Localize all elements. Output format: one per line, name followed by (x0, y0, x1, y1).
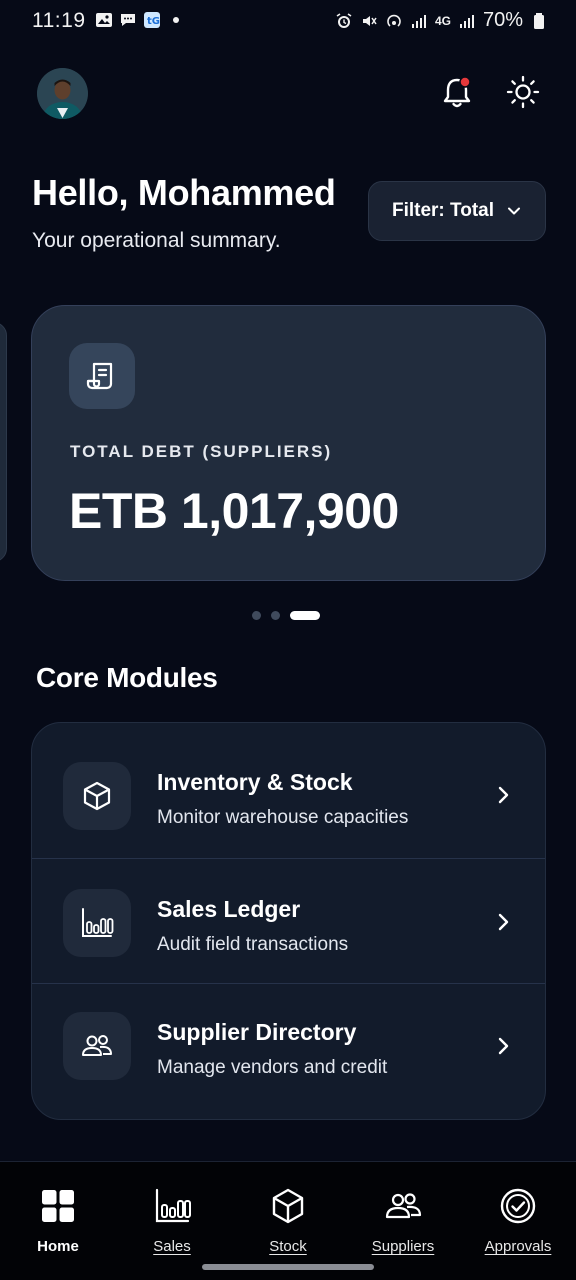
gallery-icon (96, 13, 112, 27)
theme-toggle-sun-icon[interactable] (503, 72, 543, 112)
nav-label: Suppliers (371, 1238, 435, 1255)
alarm-icon (336, 12, 352, 28)
module-sales-ledger[interactable]: Sales Ledger Audit field transactions (32, 858, 545, 983)
chevron-right-icon (498, 1037, 509, 1055)
module-description: Monitor warehouse capacities (157, 807, 409, 828)
signal-icon (411, 14, 426, 28)
grid-icon (42, 1190, 74, 1222)
chevron-right-icon (498, 913, 509, 931)
status-time: 11:19 (32, 9, 86, 32)
nav-label: Stock (269, 1238, 307, 1255)
filter-dropdown[interactable]: Filter: Total (368, 181, 546, 241)
nav-label: Home (37, 1238, 79, 1255)
module-description: Manage vendors and credit (157, 1057, 388, 1078)
module-description: Audit field transactions (157, 934, 349, 955)
nav-item-stock[interactable]: Stock (238, 1186, 338, 1255)
chevron-right-icon (498, 786, 509, 804)
users-icon (82, 1035, 112, 1056)
box-icon (272, 1188, 304, 1224)
receipt-icon (86, 362, 113, 390)
svg-text:tG: tG (147, 16, 160, 27)
page-title: Hello, Mohammed (32, 172, 336, 213)
gesture-home-indicator[interactable] (202, 1264, 374, 1270)
module-title: Inventory & Stock (157, 769, 353, 795)
avatar-photo (37, 68, 88, 119)
filter-label: Filter: Total (391, 200, 495, 221)
module-supplier-directory[interactable]: Supplier Directory Manage vendors and cr… (32, 983, 545, 1108)
nav-item-suppliers[interactable]: Suppliers (353, 1186, 453, 1255)
nav-label: Approvals (484, 1238, 552, 1255)
module-title: Supplier Directory (157, 1019, 357, 1045)
summary-card-total-debt[interactable]: TOTAL DEBT (SUPPLIERS) ETB 1,017,900 (31, 305, 546, 581)
mute-icon (362, 15, 377, 26)
section-title: Core Modules (36, 662, 218, 693)
summary-icon-box (69, 343, 135, 409)
notification-bell-icon[interactable] (437, 72, 477, 112)
carousel-dot[interactable] (271, 611, 280, 620)
status-system-icons: 4G 70% (335, 9, 548, 32)
page-subtitle: Your operational summary. (32, 229, 281, 252)
module-icon-box (63, 1012, 131, 1080)
summary-label: TOTAL DEBT (SUPPLIERS) (70, 442, 333, 461)
battery-percent: 70% (482, 9, 523, 31)
bottom-nav: Home Sales Stock Suppliers Approvals (0, 1161, 576, 1280)
summary-value: ETB 1,017,900 (69, 483, 399, 539)
users-icon (385, 1193, 422, 1219)
carousel-previous-card[interactable] (0, 322, 7, 562)
nav-item-approvals[interactable]: Approvals (468, 1186, 568, 1255)
notification-badge (459, 76, 471, 88)
nav-label: Sales (153, 1238, 191, 1255)
status-bar: 11:19 tG 4G 70% (0, 0, 576, 42)
module-title: Sales Ledger (157, 896, 301, 922)
network-type: 4G (434, 13, 451, 28)
carousel-dot[interactable] (252, 611, 261, 620)
avatar[interactable] (37, 68, 88, 119)
hotspot-icon (387, 14, 401, 27)
module-icon-box (63, 889, 131, 957)
modules-list: Inventory & Stock Monitor warehouse capa… (31, 722, 546, 1120)
module-icon-box (63, 762, 131, 830)
chevron-down-icon (508, 207, 521, 215)
home-screen: 11:19 tG 4G 70% Hello, Mohammed Your ope… (0, 0, 576, 1280)
message-icon (121, 14, 135, 26)
check-circle-icon (500, 1188, 536, 1224)
nav-item-home[interactable]: Home (8, 1186, 108, 1255)
bar-chart-icon (82, 908, 114, 937)
more-dot-icon (173, 17, 179, 23)
app-notification-icon: tG (144, 12, 160, 28)
battery-icon (534, 12, 544, 29)
nav-item-sales[interactable]: Sales (122, 1186, 222, 1255)
signal-icon-2 (459, 14, 474, 28)
carousel-dot-active[interactable] (290, 611, 320, 620)
status-notification-icons: tG (95, 11, 185, 29)
box-icon (83, 781, 111, 811)
bar-chart-icon (155, 1188, 191, 1223)
module-inventory-stock[interactable]: Inventory & Stock Monitor warehouse capa… (32, 723, 545, 848)
carousel-indicator (252, 611, 320, 620)
